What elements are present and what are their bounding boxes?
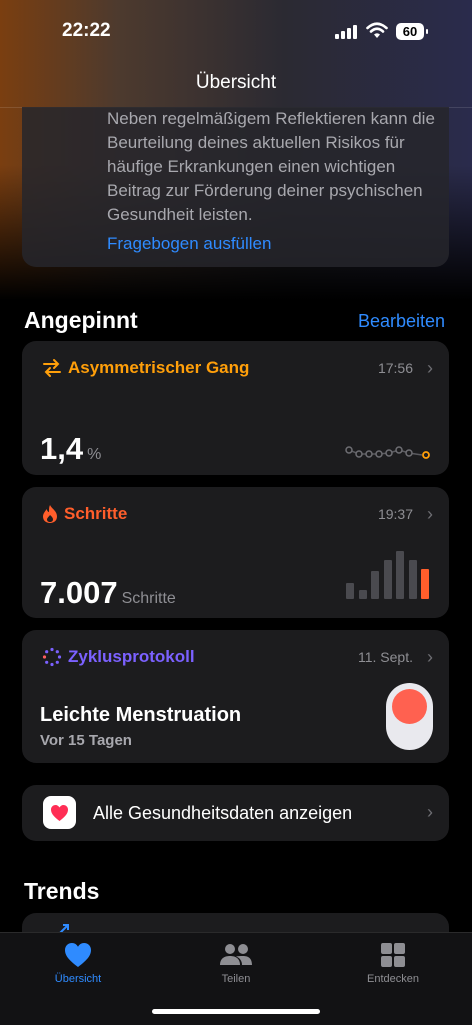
all-health-data-label: Alle Gesundheitsdaten anzeigen	[93, 803, 353, 823]
cellular-signal-icon	[335, 25, 357, 39]
steps-time: 19:37	[377, 506, 413, 522]
steps-value: 7.007	[40, 575, 118, 610]
cycle-sub-text: Vor 15 Tagen	[40, 732, 132, 749]
cycle-card-title: Zyklusprotokoll	[42, 647, 195, 667]
all-health-data-row[interactable]: Alle Gesundheitsdaten anzeigen ›	[22, 785, 449, 841]
status-bar: 22:22 60	[0, 0, 472, 62]
cycle-card[interactable]: Zyklusprotokoll 11. Sept. › Leichte Mens…	[22, 630, 449, 763]
steps-unit: Schritte	[121, 590, 176, 607]
gait-card-title: Asymmetrischer Gang	[42, 358, 249, 378]
tab-overview[interactable]: Übersicht	[18, 941, 138, 985]
heart-icon	[51, 805, 68, 821]
cycle-dots-icon	[42, 647, 62, 667]
steps-bar	[371, 571, 379, 599]
page-title: Übersicht	[195, 72, 277, 93]
gait-time: 17:56	[377, 360, 413, 376]
gait-unit: %	[87, 446, 102, 463]
people-icon	[220, 944, 252, 965]
edit-button[interactable]: Bearbeiten	[358, 311, 445, 332]
steps-value-row: 7.007 Schritte	[40, 575, 176, 611]
chevron-right-icon: ›	[427, 358, 433, 378]
steps-bar-chart	[346, 551, 436, 599]
trends-heading: Trends	[24, 878, 100, 904]
steps-bar	[396, 551, 404, 599]
wifi-icon	[366, 22, 388, 38]
gait-card[interactable]: Asymmetrischer Gang 17:56 › 1,4%	[22, 341, 449, 475]
cycle-main-text: Leichte Menstruation	[40, 704, 242, 726]
steps-bar	[346, 583, 354, 599]
tab-overview-label: Übersicht	[54, 973, 102, 985]
cycle-time: 11. Sept.	[357, 649, 413, 665]
flame-icon	[43, 505, 57, 523]
steps-bar	[421, 569, 429, 599]
chevron-right-icon: ›	[427, 802, 433, 822]
heart-icon	[65, 943, 91, 967]
tab-share-label: Teilen	[221, 973, 251, 985]
gait-sparkline	[345, 446, 430, 459]
flow-dot-icon	[392, 689, 427, 724]
gait-label: Asymmetrischer Gang	[68, 358, 250, 377]
steps-bar	[408, 560, 417, 599]
health-app-icon	[43, 796, 76, 829]
pinned-heading: Angepinnt	[24, 307, 138, 333]
gait-value: 1,4	[40, 431, 84, 466]
nav-bar: Übersicht	[0, 62, 472, 108]
menstruation-indicator	[386, 683, 433, 750]
steps-card[interactable]: Schritte 19:37 › 7.007 Schritte	[22, 487, 449, 618]
battery-indicator: 60	[396, 23, 428, 40]
tab-browse[interactable]: Entdecken	[333, 941, 453, 985]
questionnaire-link[interactable]: Fragebogen ausfüllen	[107, 234, 271, 254]
tab-share[interactable]: Teilen	[176, 941, 296, 985]
info-text: Neben regelmäßigem Reflektieren kann die…	[107, 109, 435, 224]
chevron-right-icon: ›	[427, 647, 433, 667]
steps-card-title: Schritte	[42, 504, 127, 524]
asymmetric-arrows-icon	[43, 359, 61, 377]
grid-icon	[381, 943, 405, 967]
steps-bar	[358, 590, 367, 599]
steps-bar	[383, 560, 392, 599]
gait-value-row: 1,4%	[40, 431, 101, 467]
status-time: 22:22	[62, 20, 111, 41]
chevron-right-icon: ›	[427, 504, 433, 524]
home-indicator	[152, 1009, 320, 1014]
cycle-label: Zyklusprotokoll	[68, 647, 195, 666]
steps-label: Schritte	[64, 504, 128, 523]
tab-browse-label: Entdecken	[367, 973, 419, 985]
